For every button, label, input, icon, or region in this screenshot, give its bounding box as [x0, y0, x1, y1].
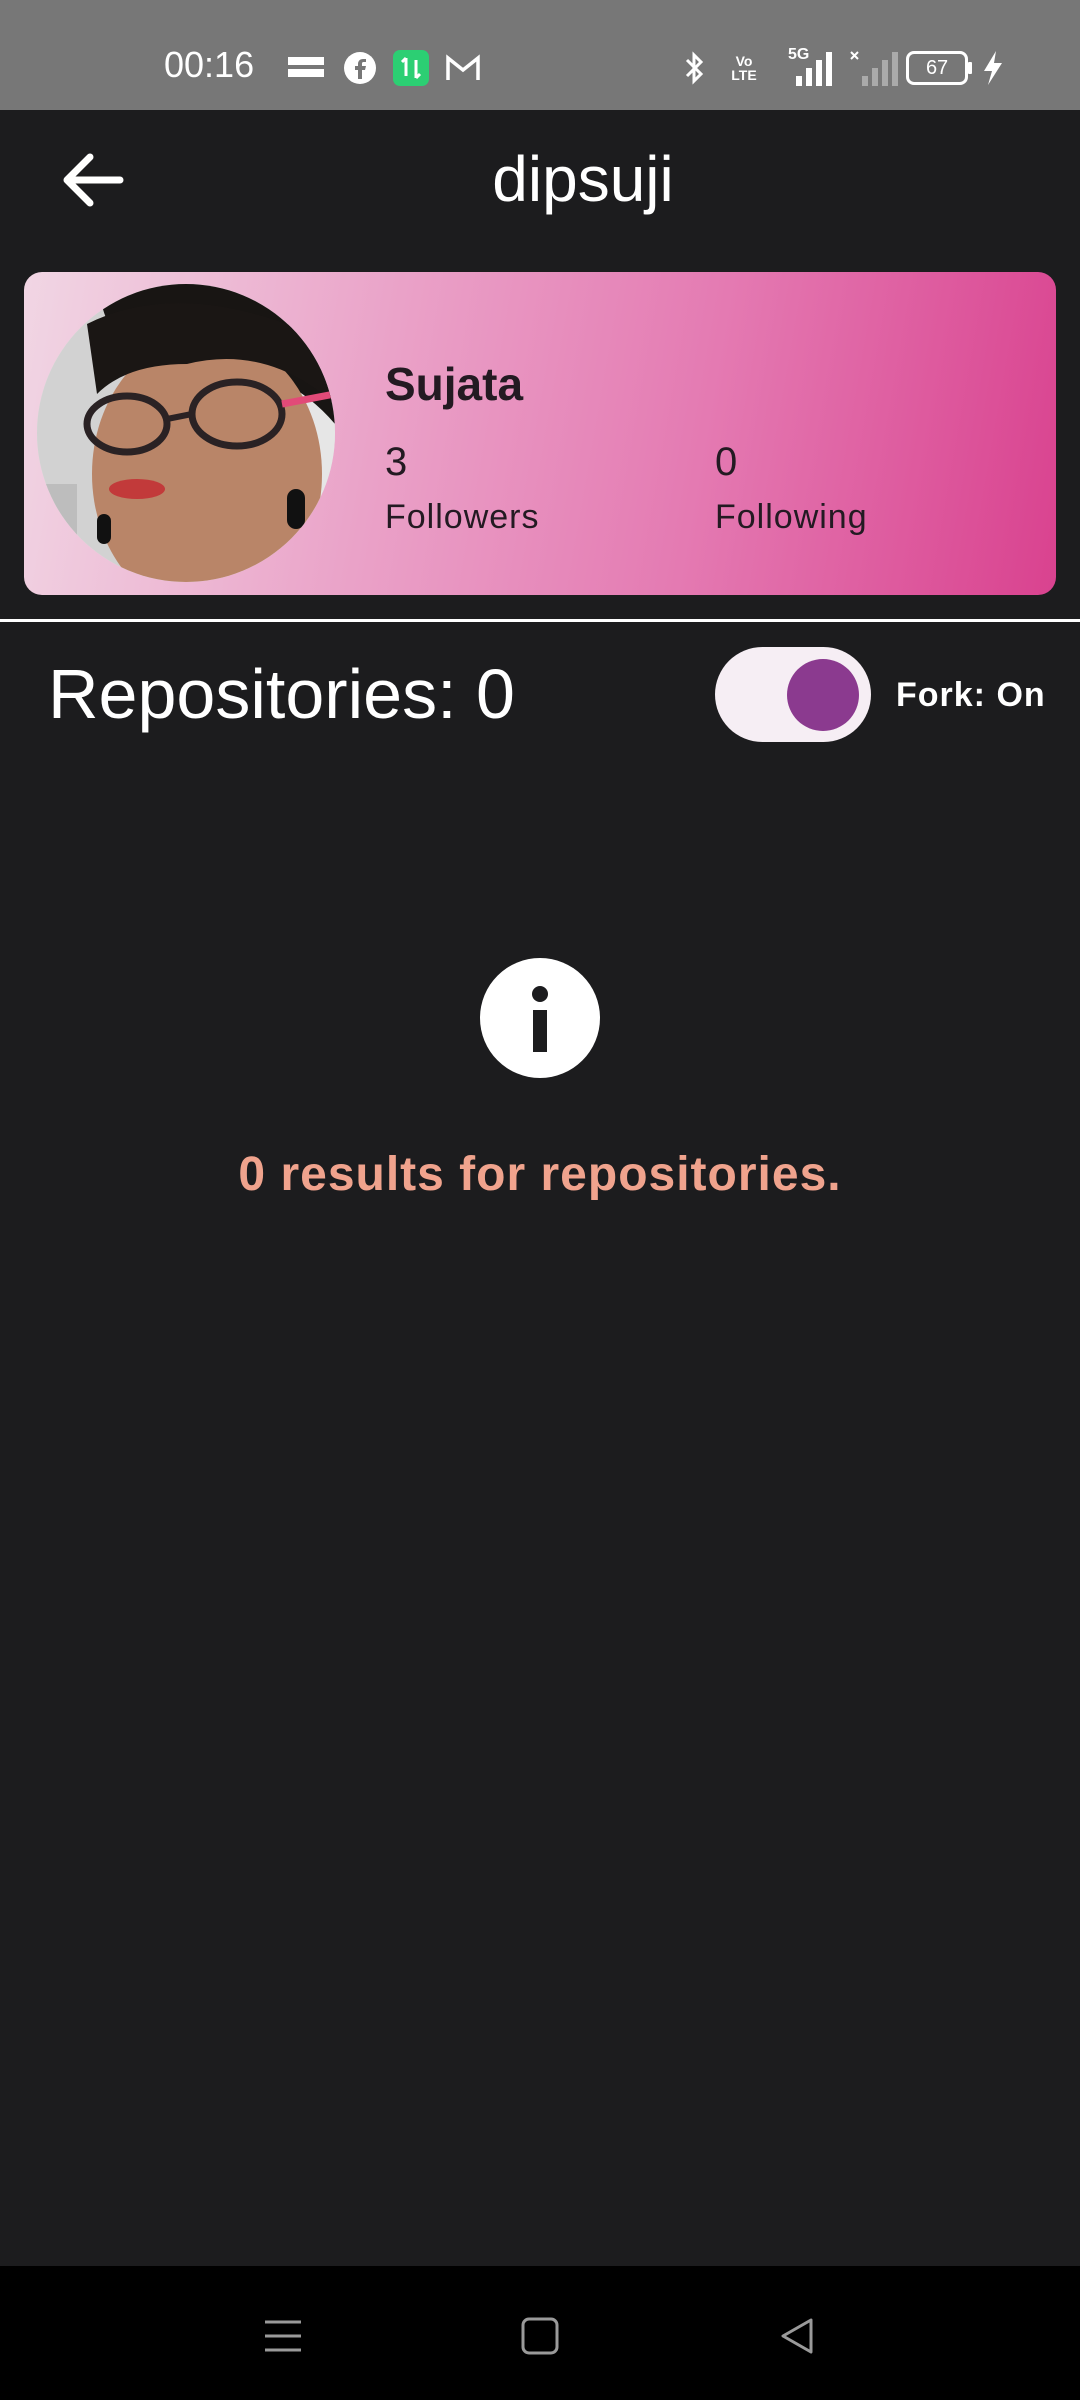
following-count[interactable]: 0: [715, 440, 737, 485]
volte-label: Vo LTE: [731, 53, 757, 83]
battery-icon: 67: [906, 50, 972, 86]
data-transfer-icon: [392, 50, 430, 86]
back-icon: [781, 2318, 813, 2354]
navigation-bar: [0, 2266, 1080, 2400]
fork-label: Fork: On: [896, 676, 1046, 714]
signal-5g-icon: 5G: [782, 46, 838, 86]
home-icon: [521, 2317, 559, 2355]
fork-toggle[interactable]: [715, 647, 871, 742]
gmail-icon: [444, 50, 482, 86]
avatar: [37, 284, 335, 582]
fork-toggle-knob: [787, 659, 859, 731]
status-time: 00:16: [164, 44, 255, 85]
temu-icon: [286, 50, 326, 86]
info-icon: [480, 958, 600, 1078]
empty-state-message: 0 results for repositories.: [238, 1148, 842, 1201]
page-title: dipsuji: [0, 142, 1080, 216]
app-bar: dipsuji: [0, 110, 1080, 250]
user-name: Sujata: [385, 358, 524, 410]
charging-icon: [980, 50, 1006, 86]
home-button[interactable]: [510, 2306, 570, 2366]
facebook-icon: [342, 50, 378, 86]
repositories-title: Repositories: 0: [48, 655, 515, 733]
divider: [0, 619, 1080, 622]
followers-count[interactable]: 3: [385, 440, 407, 485]
profile-card: Sujata 3 Followers 0 Following: [24, 272, 1056, 595]
volte-icon: Vo LTE: [724, 50, 764, 86]
battery-level: 67: [925, 56, 949, 79]
menu-button[interactable]: [253, 2306, 313, 2366]
status-bar: 00:16 Vo LTE 5G 67: [0, 0, 1080, 110]
menu-icon: [265, 2320, 301, 2352]
page-title-text: dipsuji: [492, 143, 674, 215]
signal-no-service-icon: [850, 50, 900, 86]
bluetooth-icon: [680, 50, 710, 86]
network-label: 5G: [788, 46, 810, 63]
followers-label[interactable]: Followers: [385, 498, 539, 537]
system-back-button[interactable]: [767, 2306, 827, 2366]
following-label[interactable]: Following: [715, 498, 868, 537]
